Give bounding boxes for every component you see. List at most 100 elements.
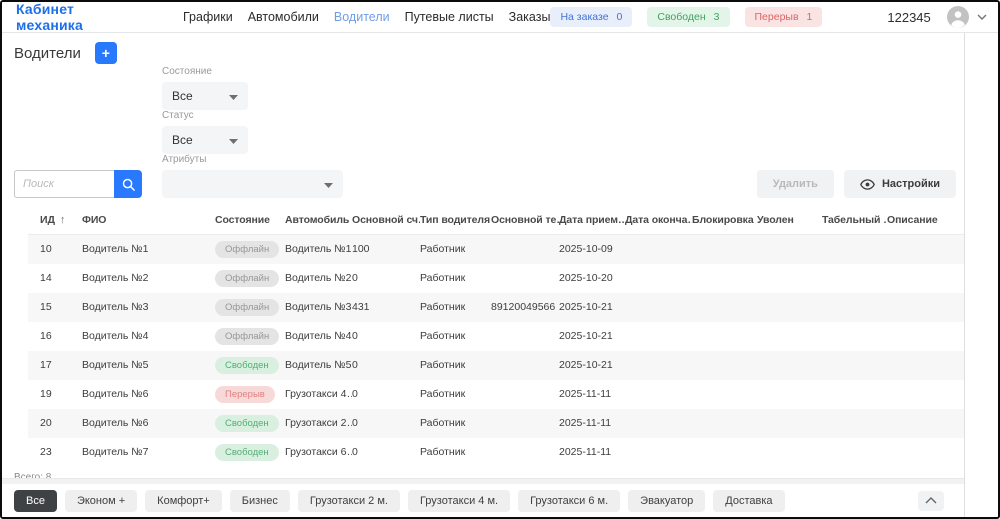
nav-item-2[interactable]: Водители: [334, 10, 390, 24]
status-badge[interactable]: Свободен 3: [647, 7, 730, 27]
column-header[interactable]: Основной сч…: [352, 210, 420, 235]
column-header[interactable]: Состояние: [215, 210, 285, 235]
cell-fio: Водитель №6: [82, 417, 149, 429]
column-header[interactable]: Табельный …: [822, 210, 887, 235]
search-input[interactable]: [14, 170, 114, 198]
cell-car: Грузотакси 2…: [285, 417, 352, 429]
search-button[interactable]: [114, 170, 142, 198]
column-header[interactable]: ФИО: [82, 210, 215, 235]
cell-car: Водитель №2…: [285, 272, 352, 284]
column-header[interactable]: Дата оконча…: [625, 210, 692, 235]
cell-tab_number: [822, 293, 887, 322]
table-row[interactable]: 16 Водитель №4 Оффлайн Водитель №4…0 Работни…: [28, 322, 964, 351]
state-badge: Свободен: [215, 414, 279, 432]
table-row[interactable]: 19 Водитель №6 Перерыв Грузотакси 4… 0 Работн…: [28, 380, 964, 409]
state-badge: Свободен: [215, 443, 279, 461]
column-header[interactable]: Автомобиль: [285, 210, 352, 235]
column-header[interactable]: Тип водителя: [420, 210, 491, 235]
cell-end_date: [625, 322, 692, 351]
filter-select[interactable]: Все: [162, 126, 248, 154]
cell-state: Свободен: [215, 438, 285, 467]
cell-fio: Водитель №5: [82, 359, 149, 371]
cell-block: [692, 264, 757, 293]
nav-item-3[interactable]: Путевые листы: [405, 10, 494, 24]
cell-block: [692, 351, 757, 380]
table-row[interactable]: 17 Водитель №5 Свободен Водитель №5…0 Работн…: [28, 350, 964, 380]
vehicle-chip[interactable]: Доставка: [713, 489, 785, 512]
cell-driver_type: Работник: [420, 359, 466, 371]
cell-description: [887, 409, 964, 438]
column-header[interactable]: Основной те…: [491, 210, 559, 235]
cell-fired: [757, 293, 822, 322]
table-row[interactable]: 20 Водитель №6 Свободен Грузотакси 2… 0 Работ…: [28, 408, 964, 438]
add-driver-button[interactable]: +: [94, 42, 117, 64]
filter-0: Состояние Все: [162, 66, 343, 110]
table-row[interactable]: 14 Водитель №2 Оффлайн Водитель №2…0 Работни…: [28, 264, 964, 293]
cell-id: 17: [40, 359, 52, 371]
filter-select[interactable]: Все: [162, 82, 248, 110]
table-header-row: ИД ↑ ФИО Состояние АвтомобильОсновной сч…Тип…: [28, 210, 964, 235]
table-row[interactable]: 15 Водитель №3 Оффлайн Водитель №3…431 Работ…: [28, 292, 964, 322]
cell-fired: [757, 438, 822, 467]
column-header[interactable]: Дата прием…: [559, 210, 625, 235]
cell-id: 14: [40, 272, 52, 284]
cell-hire_date: 2025-10-21: [559, 301, 613, 313]
status-badge[interactable]: Перерыв 1: [744, 7, 823, 27]
column-header[interactable]: Описание: [887, 210, 964, 235]
cell-fired: [757, 409, 822, 438]
cell-hire_date: 2025-10-21: [559, 330, 613, 342]
status-badge-label: Свободен: [657, 11, 706, 23]
cell-fio: Водитель №4: [82, 330, 149, 342]
vehicle-chip[interactable]: Все: [14, 489, 57, 512]
state-badge: Оффлайн: [215, 298, 280, 316]
column-header[interactable]: Блокировка: [692, 210, 757, 235]
cell-end_date: [625, 293, 692, 322]
vehicle-chip[interactable]: Грузотакси 4 м.: [407, 489, 511, 512]
status-badge-count: 1: [806, 11, 813, 23]
cell-description: [887, 293, 964, 322]
vehicle-chip[interactable]: Грузотакси 2 м.: [297, 489, 400, 512]
nav-item-0[interactable]: Графики: [183, 10, 233, 24]
state-badge: Перерыв: [215, 385, 275, 403]
cell-account: 0: [352, 359, 358, 371]
cell-account: 0: [352, 330, 358, 342]
cell-block: [692, 409, 757, 438]
column-header-label: Блокировка: [692, 214, 754, 226]
cell-phone: 89120049566: [491, 301, 556, 313]
vehicle-chip[interactable]: Эвакуатор: [628, 489, 706, 512]
cell-driver_type: Работник: [420, 330, 466, 342]
cell-fired: [757, 264, 822, 293]
status-badge[interactable]: На заказе 0: [550, 7, 633, 27]
vehicle-chip[interactable]: Грузотакси 6 м.: [518, 489, 621, 512]
column-header[interactable]: ИД ↑: [28, 210, 82, 235]
app-window: Кабинет механика Графики Автомобили Водите…: [0, 0, 1000, 519]
cell-tab_number: [822, 380, 887, 409]
column-header-label: Дата прием…: [559, 214, 625, 226]
nav-item-1[interactable]: Автомобили: [248, 10, 319, 24]
table-row[interactable]: 10 Водитель №1 Оффлайн Водитель №1…100 Работ…: [28, 234, 964, 264]
cell-account: 0: [352, 388, 358, 400]
cell-fio: Водитель №3: [82, 301, 149, 313]
filter-select[interactable]: [162, 170, 343, 198]
cell-fired: [757, 380, 822, 409]
nav-item-4[interactable]: Заказы: [509, 10, 551, 24]
vehicle-chip[interactable]: Бизнес: [229, 489, 290, 512]
cell-state: Оффлайн: [215, 293, 285, 322]
cell-fired: [757, 235, 822, 264]
vehicle-chip[interactable]: Эконом +: [64, 489, 138, 512]
vehicle-chip[interactable]: Комфорт+: [145, 489, 222, 512]
cell-fio: Водитель №1: [82, 243, 149, 256]
table-row[interactable]: 23 Водитель №7 Свободен Грузотакси 6… 0 Работ…: [28, 438, 964, 467]
user-icon: [946, 6, 969, 28]
cell-description: [887, 438, 964, 467]
settings-button[interactable]: Настройки: [843, 170, 956, 198]
column-header[interactable]: Уволен: [757, 210, 822, 235]
cell-hire_date: 2025-10-21: [559, 359, 613, 371]
chevron-down-icon[interactable]: [977, 14, 987, 20]
delete-button[interactable]: Удалить: [756, 170, 834, 198]
collapse-button[interactable]: [918, 490, 944, 511]
cell-car: Водитель №1…: [285, 243, 352, 256]
column-header-label: Описание: [887, 214, 938, 226]
cell-account: 0: [352, 417, 358, 429]
avatar[interactable]: [946, 6, 969, 28]
